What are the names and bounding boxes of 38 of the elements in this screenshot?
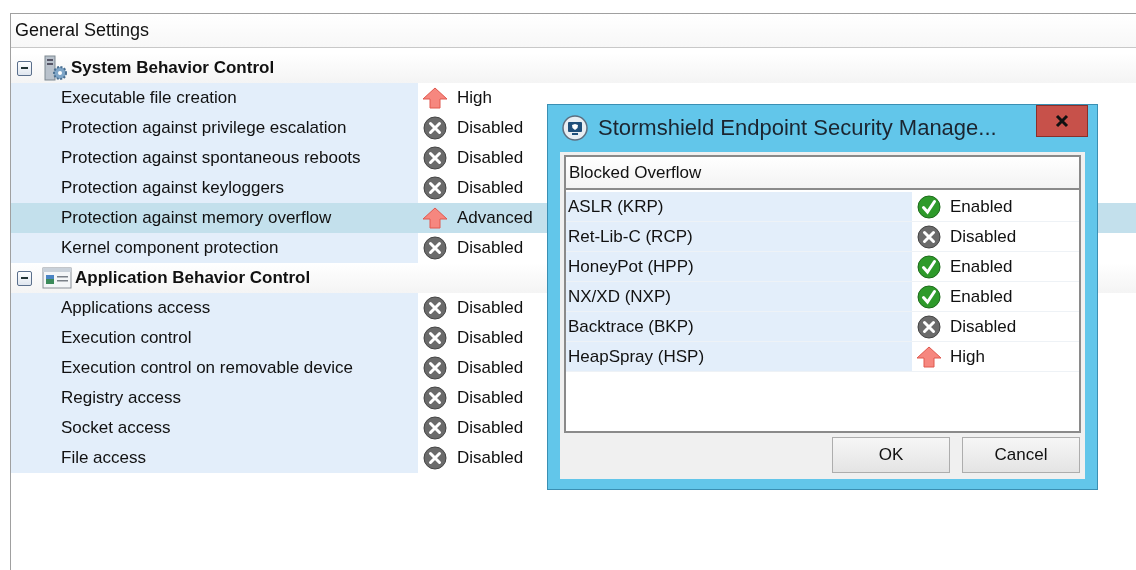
status-text: Disabled: [457, 118, 524, 138]
status-text: Disabled: [457, 328, 524, 348]
option-name: Backtrace (BKP): [568, 316, 694, 337]
setting-name: Protection against memory overflow: [61, 208, 332, 228]
status-text: Disabled: [457, 448, 524, 468]
status-text: Disabled: [457, 358, 524, 378]
setting-name: Protection against keyloggers: [61, 178, 285, 198]
status-text: Enabled: [950, 196, 1013, 217]
setting-name: Protection against privilege escalation: [61, 118, 347, 138]
status-text: Enabled: [950, 256, 1013, 277]
setting-name: Socket access: [61, 418, 171, 438]
status-text: Disabled: [457, 418, 524, 438]
window-title: Stormshield Endpoint Security Manage...: [598, 115, 997, 141]
setting-name: Registry access: [61, 388, 181, 408]
option-name: Ret-Lib-C (RCP): [568, 226, 693, 247]
option-name: HoneyPot (HPP): [568, 256, 694, 277]
status-text: Disabled: [950, 226, 1017, 247]
option-name: ASLR (KRP): [568, 196, 664, 217]
status-text: Advanced: [457, 208, 533, 228]
option-name: NX/XD (NXP): [568, 286, 671, 307]
setting-name: Execution control on removable device: [61, 358, 353, 378]
status-text: Disabled: [457, 388, 524, 408]
option-name: HeapSpray (HSP): [568, 346, 705, 367]
status-text: Disabled: [950, 316, 1017, 337]
setting-name: Kernel component protection: [61, 238, 279, 258]
setting-name: Protection against spontaneous reboots: [61, 148, 361, 168]
status-text: Disabled: [457, 178, 524, 198]
status-text: Disabled: [457, 298, 524, 318]
status-text: Disabled: [457, 148, 524, 168]
setting-name: Execution control: [61, 328, 192, 348]
status-text: High: [457, 88, 492, 108]
status-text: Disabled: [457, 238, 524, 258]
status-text: High: [950, 346, 985, 367]
status-text: Enabled: [950, 286, 1013, 307]
panel-title: General Settings: [15, 20, 150, 41]
setting-name: File access: [61, 448, 147, 468]
setting-name: Executable file creation: [61, 88, 237, 108]
setting-name: Applications access: [61, 298, 211, 318]
